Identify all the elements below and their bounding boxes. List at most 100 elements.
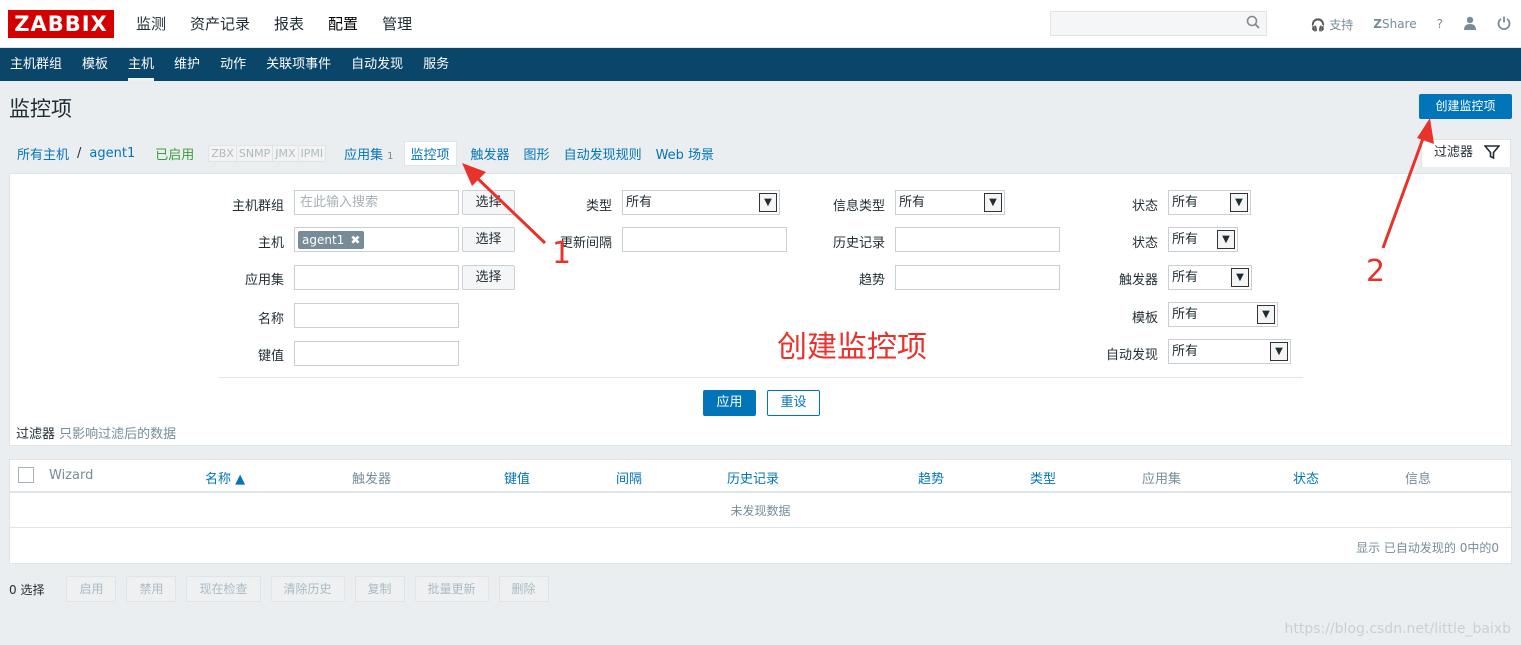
subnav-services[interactable]: 服务 bbox=[413, 48, 459, 81]
trends-input[interactable] bbox=[895, 265, 1060, 290]
tab-items[interactable]: 监控项 bbox=[403, 140, 457, 166]
check-now-button[interactable]: 现在检查 bbox=[186, 576, 261, 602]
info-type-select[interactable]: 所有 ▼ bbox=[895, 190, 1005, 215]
template-select[interactable]: 所有 ▼ bbox=[1168, 302, 1278, 327]
breadcrumb: 所有主机 / agent1 已启用 ZBX SNMP JMX IPMI 应用集 1… bbox=[0, 140, 1421, 166]
disable-button[interactable]: 禁用 bbox=[126, 576, 177, 602]
key-input[interactable] bbox=[294, 341, 459, 366]
triggers-label: 触发器 bbox=[1118, 273, 1158, 288]
tab-triggers[interactable]: 触发器 bbox=[471, 144, 510, 163]
global-search[interactable] bbox=[1050, 11, 1267, 36]
mass-update-button[interactable]: 批量更新 bbox=[414, 576, 489, 602]
col-key[interactable]: 键值 bbox=[504, 468, 530, 487]
subnav-discovery[interactable]: 自动发现 bbox=[341, 48, 413, 81]
mass-action-bar: 0 选择 启用 禁用 现在检查 清除历史 复制 批量更新 删除 bbox=[9, 576, 549, 602]
share-icon: Z bbox=[1373, 17, 1382, 31]
delete-button[interactable]: 删除 bbox=[498, 576, 549, 602]
state-select[interactable]: 所有 ▼ bbox=[1168, 190, 1251, 215]
breadcrumb-all-hosts[interactable]: 所有主机 bbox=[17, 144, 69, 163]
application-select-button[interactable]: 选择 bbox=[462, 265, 515, 290]
col-status[interactable]: 状态 bbox=[1293, 468, 1319, 487]
host-group-label: 主机群组 bbox=[231, 199, 284, 214]
select-all-checkbox[interactable] bbox=[18, 467, 34, 483]
create-item-button[interactable]: 创建监控项 bbox=[1419, 94, 1512, 119]
filter-note: 过滤器 只影响过滤后的数据 bbox=[16, 427, 177, 442]
host-group-input[interactable]: 在此输入搜索 bbox=[294, 190, 459, 215]
subnav-hosts[interactable]: 主机 bbox=[118, 48, 164, 81]
applications-count: 1 bbox=[387, 150, 394, 162]
availability-indicators: ZBX SNMP JMX IPMI bbox=[208, 144, 327, 162]
interval-input[interactable] bbox=[622, 227, 787, 252]
help-link[interactable]: ? bbox=[1437, 17, 1443, 31]
chevron-down-icon: ▼ bbox=[759, 193, 777, 212]
history-input[interactable] bbox=[895, 227, 1060, 252]
host-tabs: 应用集 1 监控项 触发器 图形 自动发现规则 Web 场景 bbox=[344, 140, 728, 166]
menu-monitoring[interactable]: 监测 bbox=[124, 0, 178, 48]
col-wizard: Wizard bbox=[49, 468, 94, 483]
chevron-down-icon: ▼ bbox=[984, 193, 1002, 212]
col-trends[interactable]: 趋势 bbox=[918, 468, 944, 487]
zbx-availability: ZBX bbox=[209, 145, 237, 161]
subnav-maintenance[interactable]: 维护 bbox=[164, 48, 210, 81]
menu-configuration[interactable]: 配置 bbox=[316, 0, 370, 48]
template-label: 模板 bbox=[1131, 311, 1158, 326]
breadcrumb-separator: / bbox=[77, 145, 82, 161]
tab-applications[interactable]: 应用集 1 bbox=[344, 144, 393, 163]
trends-label: 趋势 bbox=[858, 273, 885, 288]
subnav-host-groups[interactable]: 主机群组 bbox=[0, 48, 72, 81]
col-type[interactable]: 类型 bbox=[1030, 468, 1056, 487]
reset-button[interactable]: 重设 bbox=[767, 390, 820, 416]
filter-icon bbox=[1483, 144, 1501, 160]
host-group-select-button[interactable]: 选择 bbox=[462, 190, 515, 215]
name-input[interactable] bbox=[294, 303, 459, 328]
subnav-actions[interactable]: 动作 bbox=[210, 48, 256, 81]
user-profile-icon[interactable] bbox=[1463, 16, 1477, 33]
menu-inventory[interactable]: 资产记录 bbox=[178, 0, 262, 48]
col-applications: 应用集 bbox=[1142, 472, 1182, 487]
subnav-templates[interactable]: 模板 bbox=[72, 48, 118, 81]
subnav-correlation[interactable]: 关联项事件 bbox=[256, 48, 341, 81]
chevron-down-icon: ▼ bbox=[1217, 230, 1235, 249]
chevron-down-icon: ▼ bbox=[1270, 342, 1288, 361]
copy-button[interactable]: 复制 bbox=[354, 576, 405, 602]
search-input[interactable] bbox=[1051, 12, 1241, 35]
annotation-number-2: 2 bbox=[1366, 254, 1386, 289]
clear-history-button[interactable]: 清除历史 bbox=[270, 576, 345, 602]
main-menu: 监测 资产记录 报表 配置 管理 bbox=[124, 0, 424, 48]
col-interval[interactable]: 间隔 bbox=[616, 468, 642, 487]
key-label: 键值 bbox=[257, 349, 284, 364]
info-type-label: 信息类型 bbox=[832, 199, 885, 214]
search-icon[interactable] bbox=[1246, 15, 1260, 33]
share-link[interactable]: ZShare bbox=[1373, 17, 1416, 31]
sign-out-icon[interactable] bbox=[1497, 16, 1511, 33]
host-input[interactable]: agent1 ✖ bbox=[294, 227, 459, 252]
triggers-select[interactable]: 所有 ▼ bbox=[1168, 265, 1252, 290]
items-table: Wizard 名称 ▲ 触发器 键值 间隔 历史记录 趋势 类型 应用集 状态 … bbox=[9, 459, 1512, 564]
menu-administration[interactable]: 管理 bbox=[370, 0, 424, 48]
jmx-availability: JMX bbox=[273, 145, 299, 161]
annotation-number-1: 1 bbox=[552, 236, 572, 271]
menu-reports[interactable]: 报表 bbox=[262, 0, 316, 48]
table-footer-count: 显示 已自动发现的 0中的0 bbox=[1356, 541, 1499, 555]
discovery-select[interactable]: 所有 ▼ bbox=[1168, 339, 1291, 364]
page-title: 监控项 bbox=[9, 97, 72, 121]
application-input[interactable] bbox=[294, 265, 459, 290]
host-select-button[interactable]: 选择 bbox=[462, 227, 515, 252]
host-label: 主机 bbox=[257, 236, 284, 251]
support-link[interactable]: 🎧 支持 bbox=[1310, 16, 1353, 33]
tab-graphs[interactable]: 图形 bbox=[524, 144, 550, 163]
apply-button[interactable]: 应用 bbox=[703, 390, 756, 416]
type-select[interactable]: 所有 ▼ bbox=[622, 190, 780, 215]
filter-toggle-tab[interactable]: 过滤器 bbox=[1421, 139, 1511, 167]
breadcrumb-host[interactable]: agent1 bbox=[89, 146, 135, 161]
col-history[interactable]: 历史记录 bbox=[727, 468, 779, 487]
remove-tag-icon[interactable]: ✖ bbox=[350, 233, 360, 247]
filter-panel: 主机群组 在此输入搜索 选择 主机 agent1 ✖ 选择 应用集 选择 名称 键… bbox=[9, 173, 1512, 446]
snmp-availability: SNMP bbox=[236, 145, 274, 161]
status-select[interactable]: 所有 ▼ bbox=[1168, 227, 1238, 252]
tab-discovery-rules[interactable]: 自动发现规则 bbox=[564, 144, 642, 163]
enable-button[interactable]: 启用 bbox=[66, 576, 117, 602]
zabbix-logo[interactable]: ZABBIX bbox=[8, 10, 114, 38]
tab-web-scenarios[interactable]: Web 场景 bbox=[656, 144, 714, 163]
col-name[interactable]: 名称 ▲ bbox=[205, 468, 245, 487]
